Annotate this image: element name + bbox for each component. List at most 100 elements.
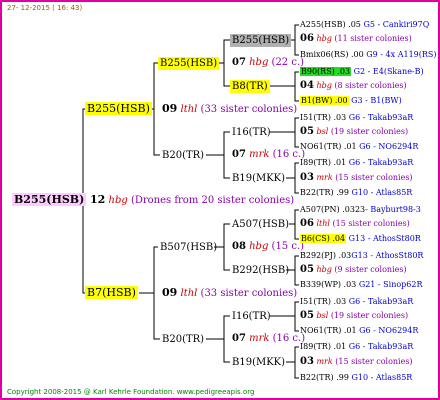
g4-bot-id-1: B1(BW) .00 (300, 96, 349, 105)
g4-bot-id-6: NO61(TR) .01 (300, 326, 357, 335)
g1-code-0: lthl (180, 104, 198, 115)
g4-bot-id-3: B22(TR) .99 (300, 188, 349, 197)
g4-num-3: 03 (300, 172, 314, 183)
g4-top-id-1: B90(RS) .03 (300, 67, 352, 76)
g4-mid-4: 06 lthl (15 sister colonies) (300, 219, 410, 229)
g1-desc-0: (33 sister colonies) (200, 104, 298, 115)
g4-num-4: 06 (300, 218, 314, 229)
g2-drone-info-0: 07 hbg (22 c.) (232, 57, 304, 69)
g2-num-0: 07 (232, 57, 246, 68)
g4-top-origin-4: - Bayburt98-3 (365, 205, 421, 214)
root-desc: (Drones from 20 sister colonies) (130, 195, 295, 206)
g1-queen-0[interactable]: B255(HSB) (85, 102, 152, 115)
g4-top-id-0: A255(HSB) .05 (300, 20, 361, 29)
g3-queen-0[interactable]: B255(HSB) (230, 34, 292, 47)
g4-top-4[interactable]: A507(PN) .0323- Bayburt98-3 (300, 205, 421, 215)
g3-queen-1[interactable]: B8(TR) (230, 80, 270, 93)
g4-top-id-3: I89(TR) .01 (300, 158, 347, 167)
g4-top-origin-1: G2 - E4(Skane-B) (353, 67, 424, 76)
g4-top-1[interactable]: B90(RS) .03 G2 - E4(Skane-B) (300, 67, 424, 77)
g1-num-0: 09 (162, 102, 178, 115)
g4-top-6[interactable]: I51(TR) .03 G6 - Takab93aR (300, 297, 413, 307)
g4-desc-2: (19 sister colonies) (330, 127, 409, 136)
g2-code-0: hbg (249, 57, 269, 68)
g4-code-6: bsl (316, 311, 329, 320)
g4-desc-4: (15 sister colonies) (332, 219, 410, 228)
g4-code-7: mrk (316, 357, 333, 366)
g4-bot-origin-1: G3 - B1(BW) (351, 96, 402, 105)
g1-drone-info-0: 09 lthl (33 sister colonies) (162, 103, 297, 116)
g3-queen-2[interactable]: I16(TR) (230, 126, 273, 139)
g2-num-2: 08 (232, 241, 246, 252)
g4-bot-1[interactable]: B1(BW) .00 G3 - B1(BW) (300, 96, 402, 106)
g2-code-1: mrk (249, 149, 270, 160)
g4-bot-id-7: B22(TR) .99 (300, 373, 349, 382)
g4-bot-id-2: NO61(TR) .01 (300, 142, 357, 151)
g4-bot-7[interactable]: B22(TR) .99 G10 - Atlas85R (300, 373, 412, 383)
g2-queen-1[interactable]: B20(TR) (160, 149, 206, 162)
g1-num-1: 09 (162, 286, 178, 299)
g4-bot-origin-7: G10 - Atlas85R (351, 373, 413, 382)
g4-mid-6: 05 bsl (19 sister colonies) (300, 311, 408, 321)
g4-top-0[interactable]: A255(HSB) .05 G5 - Cankiri97Q (300, 20, 429, 30)
g4-bot-origin-6: G6 - NO6294R (359, 326, 419, 335)
g2-drone-info-1: 07 mrk (16 c.) (232, 149, 305, 161)
g4-bot-5[interactable]: B339(WP) .03 G21 - Sinop62R (300, 280, 423, 290)
g2-num-3: 07 (232, 333, 246, 344)
g2-drone-info-3: 07 mrk (16 c.) (232, 333, 305, 345)
g1-code-1: lthl (180, 288, 198, 299)
g4-bot-origin-4: G13 - AthosSt80R (348, 234, 421, 243)
g4-bot-2[interactable]: NO61(TR) .01 G6 - NO6294R (300, 142, 418, 152)
g4-top-origin-7: G6 - Takab93aR (348, 342, 414, 351)
g4-code-5: hbg (316, 265, 332, 274)
g1-drone-info-1: 09 lthl (33 sister colonies) (162, 287, 297, 300)
g4-top-id-4: A507(PN) .0323 (300, 205, 366, 214)
root-queen[interactable]: B255(HSB) (12, 193, 87, 206)
g4-bot-id-4: B6(CS) .04 (300, 234, 347, 243)
g3-queen-3[interactable]: B19(MKK) (230, 172, 287, 185)
g4-bot-id-5: B339(WP) .03 (300, 280, 357, 289)
g2-queen-2[interactable]: B507(HSB) (158, 241, 219, 254)
g4-bot-origin-5: G21 - Sinop62R (358, 280, 423, 289)
g4-top-7[interactable]: I89(TR) .01 G6 - Takab93aR (300, 342, 413, 352)
g2-queen-0[interactable]: B255(HSB) (158, 57, 220, 70)
g4-code-2: bsl (316, 127, 329, 136)
g4-desc-1: (8 sister colonies) (334, 81, 407, 90)
g4-bot-4[interactable]: B6(CS) .04 G13 - AthosSt80R (300, 234, 421, 244)
copyright-footer: Copyright 2008-2015 @ Karl Kehrle Founda… (7, 388, 255, 396)
g4-code-0: hbg (316, 34, 332, 43)
g4-num-7: 03 (300, 356, 314, 367)
g1-queen-1[interactable]: B7(HSB) (85, 286, 138, 299)
g4-num-2: 05 (300, 126, 314, 137)
g3-queen-4[interactable]: A507(HSB) (230, 218, 291, 231)
g4-bot-3[interactable]: B22(TR) .99 G10 - Atlas85R (300, 188, 412, 198)
g4-code-3: mrk (316, 173, 333, 182)
g4-top-3[interactable]: I89(TR) .01 G6 - Takab93aR (300, 158, 413, 168)
g4-num-1: 04 (300, 80, 314, 91)
g4-bot-6[interactable]: NO61(TR) .01 G6 - NO6294R (300, 326, 418, 336)
g4-top-2[interactable]: I51(TR) .03 G6 - Takab93aR (300, 113, 413, 123)
g4-mid-1: 04 hbg (8 sister colonies) (300, 81, 407, 91)
g4-num-6: 05 (300, 310, 314, 321)
g4-desc-5: (9 sister colonies) (334, 265, 407, 274)
g3-queen-7[interactable]: B19(MKK) (230, 356, 287, 369)
g4-bot-0[interactable]: Bmix06(RS) .00 G9 - 4x A119(RS) (300, 50, 437, 60)
g2-drone-info-2: 08 hbg (15 c.) (232, 241, 304, 253)
g4-mid-3: 03 mrk (15 sister colonies) (300, 173, 413, 183)
g2-queen-3[interactable]: B20(TR) (160, 333, 206, 346)
g4-mid-5: 05 hbg (9 sister colonies) (300, 265, 407, 275)
g4-mid-0: 06 hbg (11 sister colonies) (300, 34, 412, 44)
g3-queen-5[interactable]: B292(HSB) (230, 264, 291, 277)
g4-desc-7: (15 sister colonies) (335, 357, 413, 366)
g4-top-origin-0: G5 - Cankiri97Q (363, 20, 430, 29)
root-num: 12 (90, 193, 106, 206)
g4-top-5[interactable]: B292(PJ) .03G13 - AthosSt80R (300, 251, 423, 261)
g4-mid-7: 03 mrk (15 sister colonies) (300, 357, 413, 367)
g4-bot-id-0: Bmix06(RS) .00 (300, 50, 364, 59)
g2-num-1: 07 (232, 149, 246, 160)
g4-top-id-2: I51(TR) .03 (300, 113, 347, 122)
g4-desc-6: (19 sister colonies) (330, 311, 409, 320)
g4-top-id-7: I89(TR) .01 (300, 342, 347, 351)
g4-desc-3: (15 sister colonies) (335, 173, 413, 182)
g3-queen-6[interactable]: I16(TR) (230, 310, 273, 323)
